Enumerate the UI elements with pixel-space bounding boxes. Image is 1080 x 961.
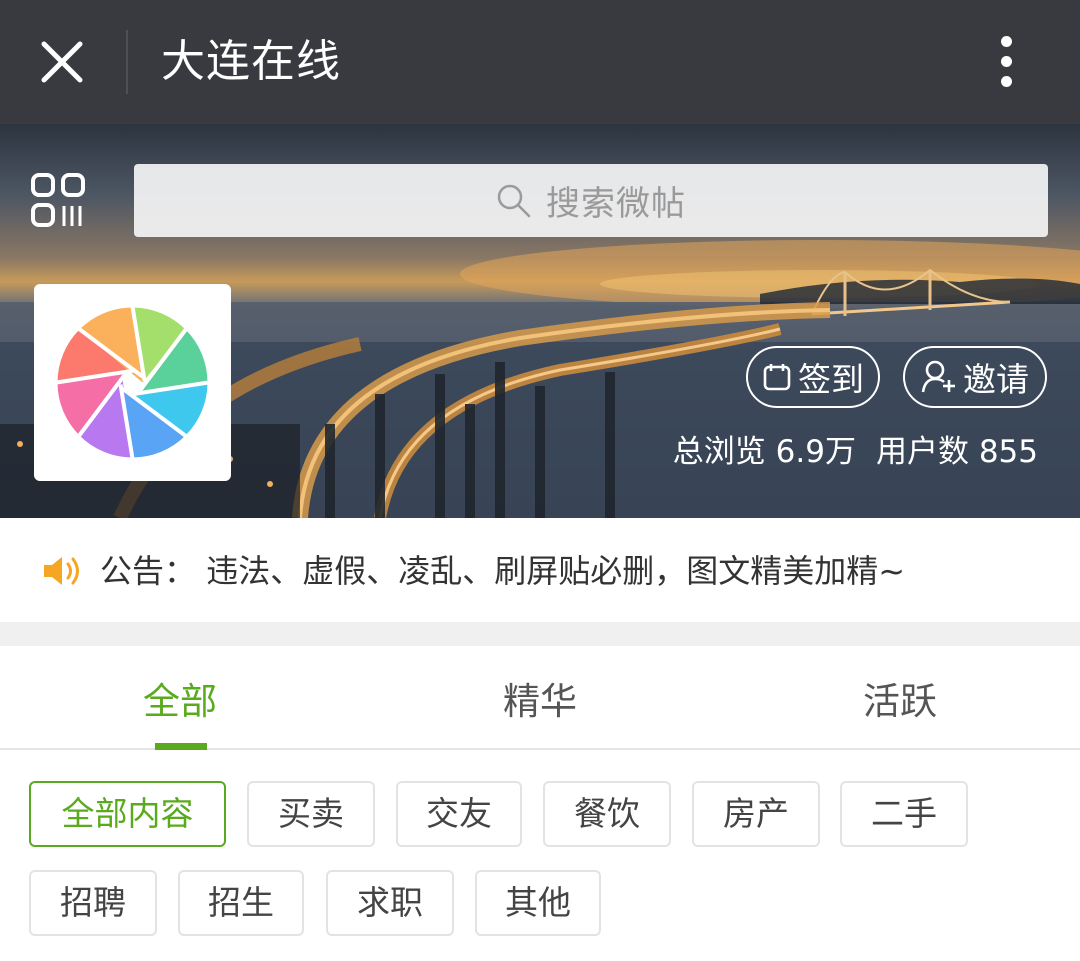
page-title: 大连在线 bbox=[161, 36, 341, 87]
invite-button[interactable]: 邀请 bbox=[903, 346, 1047, 408]
announcement-bar[interactable]: 公告： 违法、虚假、凌乱、刷屏贴必删，图文精美加精~ bbox=[0, 518, 1080, 622]
active-tab-indicator bbox=[155, 743, 207, 750]
section-separator bbox=[0, 622, 1080, 646]
search-placeholder: 搜索微帖 bbox=[546, 184, 686, 224]
calendar-icon bbox=[763, 364, 791, 391]
post-filter-tabs: 全部 精华 活跃 bbox=[0, 646, 1080, 750]
announcement-label: 公告： bbox=[100, 552, 197, 590]
more-dot bbox=[1001, 76, 1012, 87]
tab-all[interactable]: 全部 bbox=[0, 646, 360, 750]
views-label: 总浏览 bbox=[672, 434, 766, 470]
category-chip-realestate[interactable]: 房产 bbox=[692, 781, 820, 847]
community-logo bbox=[34, 284, 231, 481]
category-chip-secondhand[interactable]: 二手 bbox=[840, 781, 968, 847]
users-value: 855 bbox=[978, 434, 1038, 470]
invite-label: 邀请 bbox=[963, 360, 1029, 399]
add-user-icon bbox=[921, 360, 955, 393]
qr-code-button[interactable] bbox=[30, 172, 90, 232]
category-chip-dining[interactable]: 餐饮 bbox=[543, 781, 671, 847]
signin-button[interactable]: 签到 bbox=[746, 346, 880, 408]
more-vertical-icon bbox=[1001, 36, 1012, 47]
qr-code-icon bbox=[31, 173, 85, 227]
category-chip-trade[interactable]: 买卖 bbox=[247, 781, 375, 847]
category-chip-all[interactable]: 全部内容 bbox=[29, 781, 226, 847]
signin-label: 签到 bbox=[798, 360, 864, 399]
category-chip-enrollment[interactable]: 招生 bbox=[178, 870, 304, 936]
close-icon bbox=[41, 41, 83, 83]
community-banner: 搜索微帖 签到 邀请 总浏览 6.9万 用户数 855 bbox=[0, 124, 1080, 518]
more-dot bbox=[1001, 56, 1012, 67]
category-chip-jobseeking[interactable]: 求职 bbox=[326, 870, 454, 936]
community-stats: 总浏览 6.9万 用户数 855 bbox=[673, 430, 1038, 474]
top-bar: 大连在线 bbox=[0, 0, 1080, 124]
category-chip-friends[interactable]: 交友 bbox=[396, 781, 522, 847]
announcement-content: 违法、虚假、凌乱、刷屏贴必删，图文精美加精~ bbox=[206, 552, 906, 590]
category-chip-hiring[interactable]: 招聘 bbox=[29, 870, 157, 936]
search-input[interactable]: 搜索微帖 bbox=[134, 164, 1048, 237]
more-menu-button[interactable] bbox=[982, 28, 1032, 96]
users-label: 用户数 bbox=[875, 434, 969, 470]
tab-featured[interactable]: 精华 bbox=[360, 646, 720, 750]
speaker-icon bbox=[44, 557, 79, 585]
search-icon bbox=[497, 184, 531, 217]
tab-active[interactable]: 活跃 bbox=[720, 646, 1080, 750]
views-value: 6.9万 bbox=[775, 434, 856, 470]
search-input-content: 搜索微帖 bbox=[134, 164, 1048, 237]
announcement-text: 公告： 违法、虚假、凌乱、刷屏贴必删，图文精美加精~ bbox=[100, 548, 905, 594]
close-button[interactable] bbox=[22, 22, 102, 102]
title-divider bbox=[126, 30, 128, 94]
category-chip-other[interactable]: 其他 bbox=[475, 870, 601, 936]
aperture-logo bbox=[57, 307, 208, 458]
